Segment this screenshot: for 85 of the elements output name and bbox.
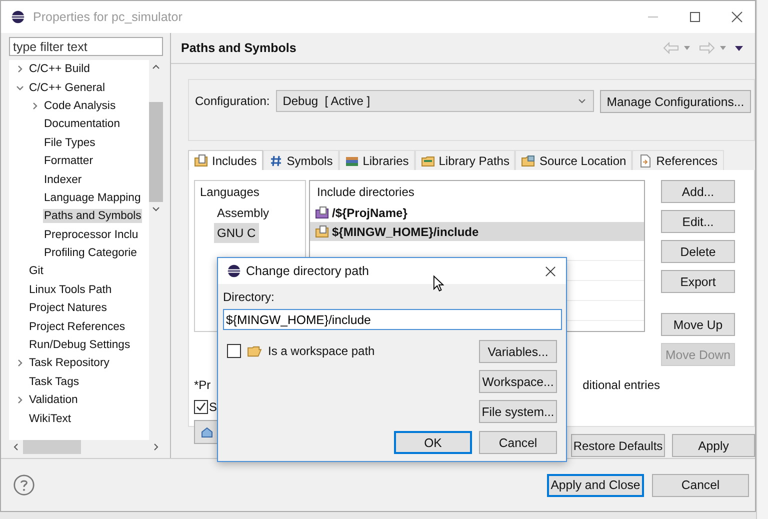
folder-icon <box>521 154 536 168</box>
tab[interactable]: Libraries <box>338 150 415 170</box>
tree-item[interactable]: Indexer <box>43 172 83 187</box>
side-button[interactable]: Delete <box>661 240 735 263</box>
dropdown-caret-icon[interactable] <box>683 44 691 52</box>
expander-icon[interactable] <box>15 395 25 406</box>
tree-item[interactable]: Paths and Symbols <box>43 209 142 224</box>
column-heading: Include directories <box>316 185 416 199</box>
dialog-title: Change directory path <box>246 264 369 278</box>
note-text: ditional entries <box>582 378 660 392</box>
window-title: Properties for pc_simulator <box>33 10 182 24</box>
tab[interactable]: Library Paths <box>414 150 516 170</box>
tree-item[interactable]: Task Repository <box>28 356 110 370</box>
tree-item[interactable]: Preprocessor Inclu <box>43 228 140 242</box>
folder-icon <box>194 154 208 168</box>
tree-item[interactable]: Code Analysis <box>43 98 117 113</box>
dropdown-caret-icon[interactable] <box>719 44 727 52</box>
checkbox[interactable] <box>227 344 241 358</box>
tab[interactable]: References <box>632 150 724 170</box>
tree-item[interactable]: Validation <box>28 393 79 408</box>
chevron-down-icon <box>576 96 587 106</box>
app-logo-icon <box>227 264 241 278</box>
cancel-button[interactable]: Cancel <box>479 431 557 454</box>
expander-icon[interactable] <box>30 100 40 111</box>
close-icon[interactable] <box>731 11 743 23</box>
help-icon[interactable] <box>13 474 35 496</box>
folder-icon <box>315 224 329 238</box>
ok-button[interactable]: OK <box>394 431 472 454</box>
tree-item[interactable]: C/C++ General <box>28 80 106 95</box>
side-button[interactable]: Move Up <box>661 313 735 336</box>
tree-item[interactable]: Project Natures <box>28 301 108 316</box>
tree-item[interactable]: Formatter <box>43 154 94 168</box>
side-button[interactable]: Edit... <box>661 210 735 233</box>
menu-caret-icon[interactable] <box>735 44 743 52</box>
project-folder-icon <box>315 206 329 220</box>
apply-button[interactable]: Apply <box>672 434 755 457</box>
language-item[interactable]: GNU C <box>214 223 259 243</box>
tree-item[interactable]: File Types <box>43 136 96 150</box>
tree-item[interactable]: Run/Debug Settings <box>28 338 132 352</box>
directory-field[interactable]: ${MINGW_HOME}/include <box>223 309 562 330</box>
close-icon[interactable] <box>545 266 556 276</box>
checkbox-label: Is a workspace path <box>268 344 375 358</box>
restore-defaults-button[interactable]: Restore Defaults <box>571 434 665 457</box>
checkbox-label: S <box>209 400 218 414</box>
tab[interactable]: Includes <box>188 150 263 170</box>
dialog-button[interactable]: Variables... <box>479 340 557 363</box>
tab[interactable]: Source Location <box>515 150 632 170</box>
document-icon <box>638 154 652 168</box>
scroll-down-icon[interactable] <box>151 204 161 214</box>
tree-item[interactable]: Documentation <box>43 117 121 132</box>
scroll-right-icon[interactable] <box>151 442 161 452</box>
manage-configurations-button[interactable]: Manage Configurations... <box>600 90 752 113</box>
folder-icon <box>420 154 435 168</box>
checkbox[interactable] <box>194 400 208 414</box>
tree-item[interactable]: Language Mapping <box>43 190 142 205</box>
tree-item[interactable]: Linux Tools Path <box>28 282 113 297</box>
app-logo-icon <box>11 10 25 24</box>
tree-item[interactable]: Project References <box>28 320 126 334</box>
tab[interactable]: Symbols <box>262 150 339 170</box>
directory-item[interactable]: /${ProjName} <box>332 206 408 220</box>
folder-icon <box>247 344 262 358</box>
dialog-button[interactable]: Workspace... <box>479 370 557 393</box>
language-item[interactable]: Assembly <box>214 203 272 223</box>
tree-item[interactable]: Profiling Categorie <box>43 246 138 260</box>
hash-icon <box>268 154 283 168</box>
apply-and-close-button[interactable]: Apply and Close <box>547 474 644 496</box>
directory-label: Directory: <box>223 290 276 304</box>
scroll-left-icon[interactable] <box>11 442 21 452</box>
column-heading: Languages <box>200 185 260 199</box>
page-title: Paths and Symbols <box>181 41 296 55</box>
filter-field[interactable]: type filter text <box>9 37 163 56</box>
expander-icon[interactable] <box>15 358 25 368</box>
note-text: *Pr <box>194 378 211 392</box>
dialog-button[interactable]: File system... <box>479 400 557 423</box>
side-button[interactable]: Export <box>661 270 735 293</box>
tree-item[interactable]: Git <box>28 264 44 278</box>
maximize-icon[interactable] <box>689 11 701 23</box>
expander-icon[interactable] <box>15 64 25 74</box>
tree-item[interactable]: WikiText <box>28 412 72 426</box>
tree-item[interactable]: Task Tags <box>28 374 80 389</box>
tree-item[interactable]: C/C++ Build <box>28 62 91 76</box>
configuration-dropdown[interactable]: Debug [ Active ] <box>276 90 594 112</box>
configuration-label: Configuration: <box>195 94 270 108</box>
side-button[interactable]: Add... <box>661 180 735 203</box>
cancel-button[interactable]: Cancel <box>652 474 749 496</box>
